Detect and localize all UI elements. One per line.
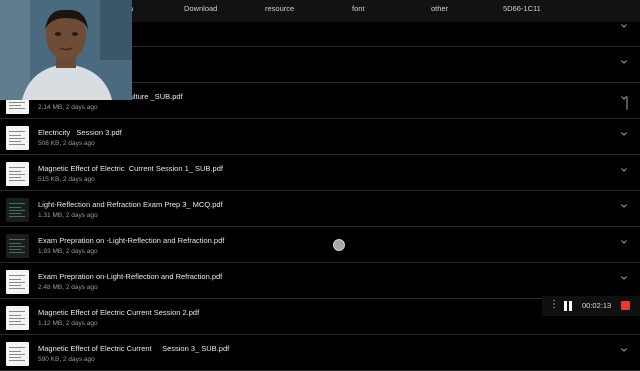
file-list-item[interactable]: Electricity Session 3.pdf 508 KB, 2 days … xyxy=(0,118,640,155)
chevron-down-icon[interactable] xyxy=(620,58,628,66)
file-name: Magnetic Effect of Electric Current Sess… xyxy=(38,164,223,173)
pdf-thumbnail-icon xyxy=(6,126,29,150)
webcam-overlay xyxy=(0,0,132,100)
file-name: Electricity Session 3.pdf xyxy=(38,128,122,137)
file-name: Magnetic Effect of Electric Current Sess… xyxy=(38,344,230,353)
pdf-thumbnail-icon xyxy=(6,198,29,222)
pdf-thumbnail-icon xyxy=(6,270,29,294)
file-meta: 508 KB, 2 days ago xyxy=(38,140,95,147)
file-list-item[interactable]: Magnetic Effect of Electric Current Sess… xyxy=(0,334,640,371)
chevron-down-icon[interactable] xyxy=(620,166,628,174)
pdf-thumbnail-icon xyxy=(6,342,29,366)
stop-icon[interactable] xyxy=(621,301,630,310)
file-name: Exam Prepration on-Light-Reflection and … xyxy=(38,272,223,281)
file-meta: 2.48 MB, 2 days ago xyxy=(38,284,98,291)
chevron-down-icon[interactable] xyxy=(620,238,628,246)
file-meta: 1.93 MB, 2 days ago xyxy=(38,248,98,255)
screen-recorder-controls: ⋮ 00:02:13 xyxy=(542,296,640,316)
recording-timer: 00:02:13 xyxy=(582,301,612,310)
chevron-down-icon[interactable] xyxy=(620,22,628,30)
file-meta: 515 KB, 2 days ago xyxy=(38,176,95,183)
chevron-down-icon[interactable] xyxy=(620,346,628,354)
scrollbar-thumb[interactable] xyxy=(626,96,628,110)
chevron-down-icon[interactable] xyxy=(620,274,628,282)
more-vertical-icon[interactable]: ⋮ xyxy=(549,300,559,310)
file-list-item[interactable]: Magnetic Effect of Electric Current Sess… xyxy=(0,154,640,191)
file-meta: 2.14 MB, 2 days ago xyxy=(38,104,98,111)
file-list-item[interactable]: Exam Prepration on-Light-Reflection and … xyxy=(0,262,640,299)
file-meta: 1.12 MB, 2 days ago xyxy=(38,320,98,327)
file-list-item[interactable]: Light-Reflection and Refraction Exam Pre… xyxy=(0,190,640,227)
chevron-down-icon[interactable] xyxy=(620,202,628,210)
file-name: Light-Reflection and Refraction Exam Pre… xyxy=(38,200,223,209)
webcam-person-image xyxy=(0,0,132,100)
pause-icon[interactable] xyxy=(563,301,573,311)
file-name: Exam Prepration on -Light-Reflection and… xyxy=(38,236,225,245)
file-name: Magnetic Effect of Electric Current Sess… xyxy=(38,308,200,317)
file-meta: 1.31 MB, 2 days ago xyxy=(38,212,98,219)
file-list-item[interactable]: Exam Prepration on -Light-Reflection and… xyxy=(0,226,640,263)
pdf-thumbnail-icon xyxy=(6,162,29,186)
pointer-cursor xyxy=(333,239,345,251)
pdf-thumbnail-icon xyxy=(6,234,29,258)
chevron-down-icon[interactable] xyxy=(620,130,628,138)
pdf-thumbnail-icon xyxy=(6,306,29,330)
